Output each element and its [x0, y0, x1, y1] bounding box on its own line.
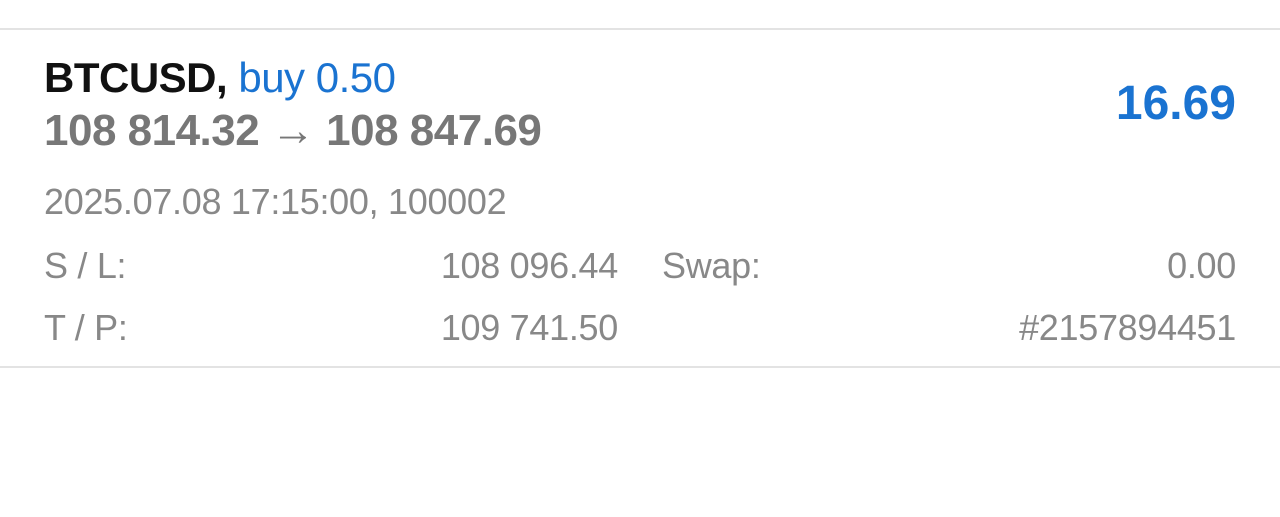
position-item[interactable]: BTCUSD, buy 0.50 108 814.32 → 108 847.69… [0, 30, 1280, 366]
bottom-divider [0, 366, 1280, 368]
symbol-label: BTCUSD, [44, 54, 228, 101]
profit-value: 16.69 [1115, 77, 1236, 130]
take-profit-value: 109 741.50 [440, 307, 618, 348]
ticket-number: #2157894451 [1019, 307, 1236, 348]
trade-type-label: buy 0.50 [238, 54, 396, 101]
open-time-and-id: 2025.07.08 17:15:00, 100002 [44, 181, 507, 222]
stop-loss-label: S / L: [44, 245, 127, 286]
swap-value: 0.00 [1167, 245, 1236, 286]
take-profit-label: T / P: [44, 307, 128, 348]
open-current-price: 108 814.32 → 108 847.69 [44, 106, 542, 155]
stop-loss-value: 108 096.44 [440, 245, 618, 286]
swap-label: Swap: [662, 245, 761, 286]
position-title: BTCUSD, buy 0.50 [44, 52, 396, 104]
